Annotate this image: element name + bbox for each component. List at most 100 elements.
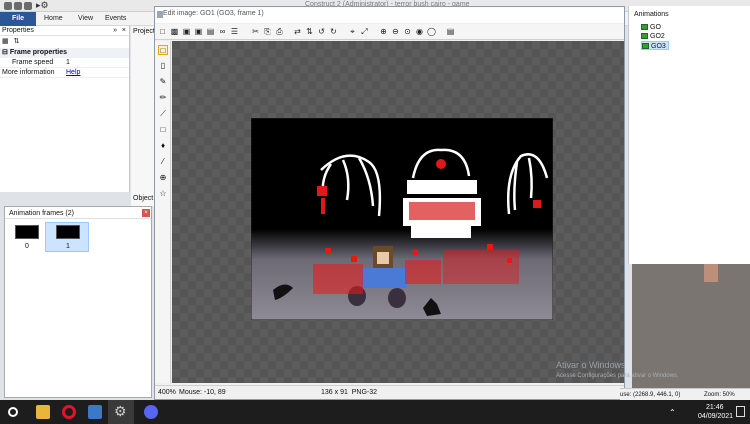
editor-toolbar: □ ▩ ▣ ▣ ▤ ∞ ☰ ✂ ⎘ ⎙ ⇄ ⇅ ↺ ↻ ⌖ ⤢ ⊕ ⊖ ⊙ ◉ … — [155, 24, 624, 40]
properties-panel: Properties » × ▦ ⇅ ⊟ Frame properties Fr… — [0, 26, 130, 192]
line-tool[interactable]: ⟋ — [158, 109, 168, 119]
color-picker-tool[interactable]: ⁄ — [158, 157, 168, 167]
construct-taskbar-button[interactable]: ⚙ — [108, 400, 134, 424]
property-label: More information — [2, 69, 55, 76]
crop-icon[interactable]: ⌖ — [348, 27, 357, 36]
properties-title: Properties — [2, 27, 34, 34]
animations-panel: Animations GO GO2 GO3 — [628, 6, 750, 264]
help-link[interactable]: Help — [66, 68, 80, 78]
section-frame-properties[interactable]: ⊟ Frame properties — [0, 48, 129, 58]
animation-icon — [641, 24, 648, 31]
close-icon[interactable]: × — [142, 209, 150, 217]
animation-item-go[interactable]: GO — [641, 23, 681, 32]
frame-index: 1 — [66, 243, 70, 250]
cut-icon[interactable]: ✂ — [251, 27, 260, 36]
pencil-tool[interactable]: ✎ — [158, 77, 168, 87]
zoom-in-icon[interactable]: ⊕ — [379, 27, 388, 36]
sort-az-icon[interactable]: ⇅ — [14, 38, 20, 45]
undo-quick-icon[interactable] — [14, 2, 22, 10]
collapse-icon[interactable]: ⊟ — [2, 49, 8, 56]
copy-icon[interactable]: ⎘ — [263, 27, 272, 36]
frames-title: Animation frames (2) — [9, 210, 74, 217]
objects-tab[interactable]: Object — [133, 195, 153, 202]
new-icon[interactable]: □ — [158, 27, 167, 36]
rectangle-select-tool[interactable]: □ — [158, 45, 168, 55]
drawing-tools-palette: □ ▯ ✎ ✏ ⟋ □ ♦ ⁄ ⊕ ☆ — [155, 41, 171, 383]
canvas-area[interactable] — [172, 41, 624, 383]
categorized-icon[interactable]: ▦ — [2, 38, 9, 45]
file-explorer-icon[interactable] — [36, 405, 50, 419]
fill-tool[interactable]: ♦ — [158, 141, 168, 151]
eraser-tool[interactable]: ▯ — [158, 61, 168, 71]
clock-time[interactable]: 21:46 — [706, 404, 724, 411]
opera-icon[interactable] — [62, 405, 76, 419]
frame-thumbnail — [56, 225, 80, 239]
mouse-position: Mouse: -10, 89 — [179, 389, 226, 396]
properties-icon[interactable]: ☰ — [230, 27, 239, 36]
animation-icon — [642, 43, 649, 50]
frame-index: 0 — [25, 243, 29, 250]
notifications-icon[interactable] — [736, 406, 745, 417]
flip-horizontal-icon[interactable]: ⇄ — [293, 27, 302, 36]
save-icon[interactable]: ▣ — [182, 27, 191, 36]
blood-drip — [317, 186, 327, 196]
zoom-out-icon[interactable]: ⊖ — [391, 27, 400, 36]
clock-date[interactable]: 04/09/2021 — [698, 413, 733, 420]
layout-preview[interactable] — [632, 264, 750, 388]
zoom-actual-icon[interactable]: ◉ — [415, 27, 424, 36]
layout-mouse-position: use: (2268.9, 446.1, 0) — [620, 392, 681, 398]
store-icon[interactable] — [88, 405, 102, 419]
frame-speed-input[interactable]: 1 — [66, 58, 70, 68]
zoom-fit-icon[interactable]: ⊙ — [403, 27, 412, 36]
chevron-up-icon[interactable]: ⌃ — [669, 408, 676, 417]
animation-item-go2[interactable]: GO2 — [641, 32, 681, 41]
zoom-reset-icon[interactable]: ◯ — [427, 27, 436, 36]
redo-quick-icon[interactable] — [24, 2, 32, 10]
close-icon[interactable]: × — [122, 26, 126, 36]
image-points-tool[interactable]: ☆ — [158, 189, 168, 199]
main-statusbar: use: (2268.9, 446.1, 0) Zoom: 50% — [620, 388, 750, 400]
save-quick-icon[interactable] — [4, 2, 12, 10]
brush-tool[interactable]: ✏ — [158, 93, 168, 103]
search-icon[interactable] — [8, 407, 18, 417]
editor-titlebar: Edit image: GO1 (GO3, frame 1) — [155, 7, 624, 23]
tab-home[interactable]: Home — [44, 15, 63, 22]
property-label: Frame speed — [12, 59, 54, 66]
link-icon[interactable]: ∞ — [218, 27, 227, 36]
sprite-image[interactable] — [251, 118, 553, 320]
export-icon[interactable]: ▤ — [206, 27, 215, 36]
rotate-right-icon[interactable]: ↻ — [329, 27, 338, 36]
frame-item[interactable]: 0 — [13, 223, 41, 251]
activation-watermark-text: Acesse Configurações para ativar o Windo… — [556, 373, 679, 379]
resize-icon[interactable]: ⤢ — [360, 27, 369, 36]
zoom-level: 400% — [158, 389, 176, 396]
origin-tool[interactable]: ⊕ — [158, 173, 168, 183]
rectangle-tool[interactable]: □ — [158, 125, 168, 135]
layout-zoom: Zoom: 50% — [704, 392, 735, 398]
property-row: More information Help — [0, 68, 129, 78]
rotate-left-icon[interactable]: ↺ — [317, 27, 326, 36]
paste-icon[interactable]: ⎙ — [275, 27, 284, 36]
pin-icon[interactable]: » — [113, 26, 117, 36]
animation-item-go3[interactable]: GO3 — [641, 41, 669, 50]
image-options-icon[interactable]: ▤ — [446, 27, 455, 36]
tab-view[interactable]: View — [78, 15, 93, 22]
activation-watermark-title: Ativar o Windows — [556, 360, 626, 370]
properties-header: Properties » × — [0, 26, 129, 36]
gear-icon: ⚙ — [114, 403, 127, 419]
animations-title: Animations — [634, 11, 669, 18]
tab-file[interactable]: File — [0, 12, 36, 26]
sort-toolbar: ▦ ⇅ — [0, 36, 129, 48]
tab-events[interactable]: Events — [105, 15, 126, 22]
quick-icons: ▸⚙ — [36, 0, 49, 10]
frame-item-selected[interactable]: 1 — [45, 222, 89, 252]
blood-drip — [321, 198, 325, 214]
preview-sprite — [704, 264, 718, 282]
open-icon[interactable]: ▩ — [170, 27, 179, 36]
discord-icon[interactable] — [144, 405, 158, 419]
flip-vertical-icon[interactable]: ⇅ — [305, 27, 314, 36]
blood-drip — [533, 200, 541, 208]
taskbar: ⚙ ⌃ 21:46 04/09/2021 — [0, 400, 750, 424]
animation-frames-panel: Animation frames (2) × 0 1 — [4, 206, 152, 398]
save-as-icon[interactable]: ▣ — [194, 27, 203, 36]
